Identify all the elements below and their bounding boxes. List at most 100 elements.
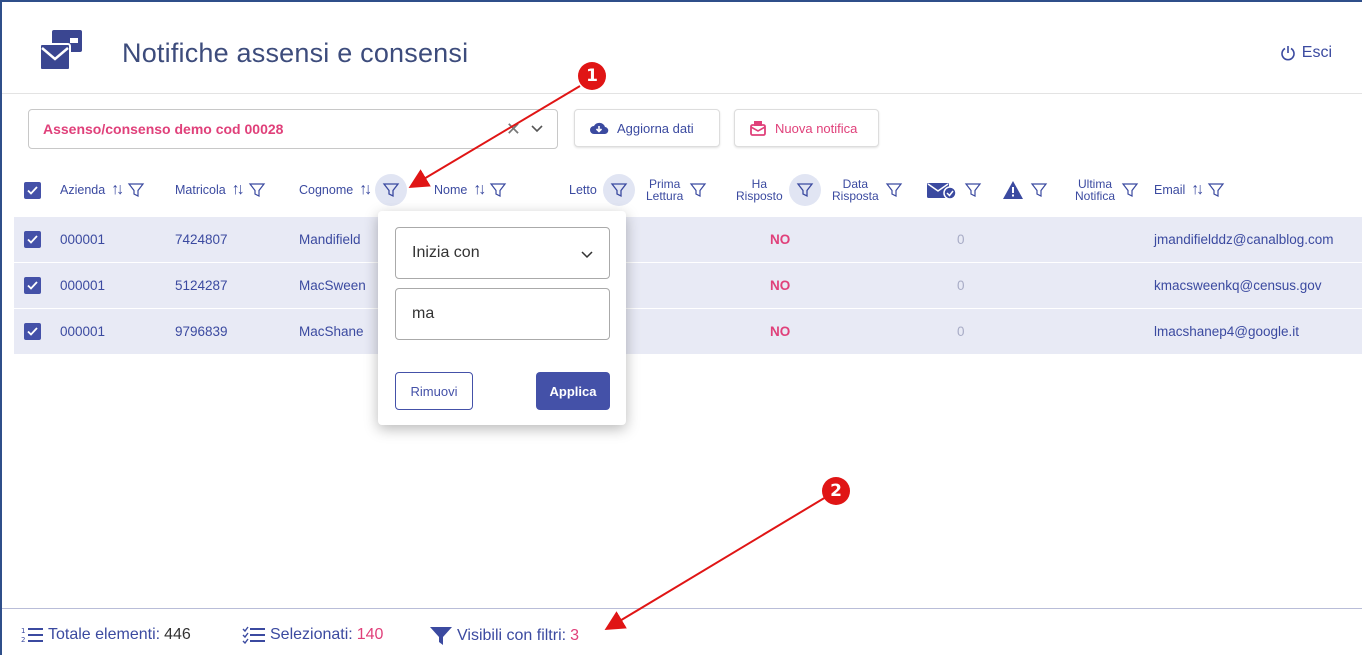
apply-filter-button[interactable]: Applica — [536, 372, 610, 410]
row-checkbox[interactable] — [24, 231, 41, 249]
cell-email: lmacshanep4@google.it — [1154, 324, 1300, 339]
visible-value: 3 — [570, 627, 579, 644]
consent-select-value: Assenso/consenso demo cod 00028 — [43, 121, 284, 137]
cell-matricola: 7424807 — [175, 232, 228, 247]
total-items: 1 2 Totale elementi: 446 — [20, 626, 191, 644]
mail-open-icon — [750, 121, 766, 136]
select-all-checkbox[interactable] — [24, 168, 41, 212]
column-mail-sent — [926, 168, 982, 212]
page-title: Notifiche assensi e consensi — [122, 38, 469, 68]
svg-text:1: 1 — [21, 627, 25, 635]
table-header: Azienda ↑↓ Matricola ↑↓ Cognome ↑↓ Nome … — [14, 168, 1362, 212]
row-checkbox[interactable] — [24, 323, 41, 341]
column-warning — [1002, 168, 1048, 212]
filter-icon[interactable] — [1030, 181, 1048, 199]
filter-icon[interactable] — [964, 181, 982, 199]
column-cognome-label: Cognome — [299, 183, 354, 197]
power-icon — [1280, 46, 1295, 61]
mail-check-icon — [927, 183, 957, 200]
column-letto: Letto — [569, 168, 635, 212]
column-nome: Nome ↑↓ — [434, 168, 507, 212]
cell-count: 0 — [957, 278, 965, 293]
cell-matricola: 9796839 — [175, 324, 228, 339]
cell-azienda: 000001 — [60, 232, 106, 247]
filter-mode-value: Inizia con — [412, 244, 480, 261]
total-label: Totale elementi: — [48, 626, 161, 643]
column-letto-label: Letto — [569, 183, 597, 197]
table-row[interactable]: 000001 5124287 MacSween NO 0 kmacsweenkq… — [14, 263, 1362, 309]
cell-matricola: 5124287 — [175, 278, 228, 293]
cell-cognome: MacShane — [299, 324, 364, 339]
sort-icon[interactable]: ↑↓ — [111, 181, 124, 199]
column-email-label: Email — [1154, 183, 1186, 197]
warning-icon — [1003, 181, 1023, 199]
logout-button[interactable]: Esci — [1280, 44, 1332, 62]
selected-value: 140 — [356, 626, 384, 643]
visible-label: Visibili con filtri: — [457, 627, 567, 644]
filter-icon[interactable] — [248, 181, 266, 199]
filter-mode-select[interactable]: Inizia con — [395, 227, 610, 279]
column-ultima-notifica-label-2: Notifica — [1075, 189, 1116, 203]
ordered-list-icon: 1 2 — [21, 627, 43, 644]
annotation-badge-2: 2 — [822, 477, 850, 505]
column-filter-popup: Inizia con ma Rimuovi Applica — [378, 211, 626, 425]
cell-azienda: 000001 — [60, 324, 106, 339]
selected-label: Selezionati: — [270, 626, 353, 643]
annotation-badge-1: 1 — [578, 62, 606, 90]
cell-cognome: Mandifield — [299, 232, 361, 247]
filter-value-input[interactable]: ma — [395, 288, 610, 340]
refresh-label: Aggiorna dati — [617, 120, 694, 136]
column-nome-label: Nome — [434, 183, 468, 197]
total-value: 446 — [164, 626, 191, 643]
status-footer: 1 2 Totale elementi: 446 Selezionati: 14… — [2, 608, 1362, 655]
checklist-icon — [242, 626, 265, 644]
filter-filled-icon — [430, 627, 452, 645]
sort-icon[interactable]: ↑↓ — [232, 181, 245, 199]
cell-azienda: 000001 — [60, 278, 106, 293]
cell-ha-risposto: NO — [770, 232, 791, 247]
cell-ha-risposto: NO — [770, 278, 791, 293]
cell-count: 0 — [957, 324, 965, 339]
remove-filter-button[interactable]: Rimuovi — [395, 372, 473, 410]
logout-label: Esci — [1301, 44, 1332, 61]
filter-value-text: ma — [412, 305, 435, 322]
column-prima-lettura-label-2: Lettura — [646, 189, 684, 203]
filter-active-icon[interactable] — [602, 174, 635, 206]
column-data-risposta-label-2: Risposta — [832, 189, 879, 203]
sort-icon[interactable]: ↑↓ — [359, 181, 372, 199]
filter-icon[interactable] — [489, 181, 507, 199]
table-row[interactable]: 000001 9796839 MacShane NO 0 lmacshanep4… — [14, 309, 1362, 355]
filter-icon[interactable] — [689, 181, 707, 199]
filter-active-icon[interactable] — [375, 174, 408, 206]
sort-icon[interactable]: ↑↓ — [473, 181, 486, 199]
column-matricola-label: Matricola — [175, 183, 226, 197]
cell-cognome: MacSween — [299, 278, 366, 293]
filter-icon[interactable] — [1207, 181, 1225, 199]
refresh-data-button[interactable]: Aggiorna dati — [574, 109, 720, 147]
column-email: Email ↑↓ — [1154, 168, 1225, 212]
filter-icon[interactable] — [885, 181, 903, 199]
filter-icon[interactable] — [1121, 181, 1139, 199]
consent-select[interactable]: Assenso/consenso demo cod 00028 ✕ — [28, 109, 558, 149]
selected-items: Selezionati: 140 — [242, 626, 383, 644]
chevron-down-icon[interactable] — [529, 120, 545, 136]
cell-count: 0 — [957, 232, 965, 247]
filter-icon[interactable] — [127, 181, 145, 199]
table-row[interactable]: 000001 7424807 Mandifield NO 0 jmandifie… — [14, 217, 1362, 263]
column-data-risposta: Data Risposta — [832, 168, 903, 212]
row-checkbox[interactable] — [24, 277, 41, 295]
visible-items: Visibili con filtri: 3 — [429, 626, 579, 646]
filter-active-icon[interactable] — [788, 174, 821, 206]
column-ha-risposto: Ha Risposto — [736, 168, 821, 212]
cloud-download-icon — [590, 122, 609, 135]
column-cognome: Cognome ↑↓ — [299, 168, 408, 212]
column-prima-lettura: Prima Lettura — [646, 168, 707, 212]
new-notification-button[interactable]: Nuova notifica — [734, 109, 879, 147]
sort-icon[interactable]: ↑↓ — [1191, 181, 1204, 199]
column-ultima-notifica: Ultima Notifica — [1075, 168, 1139, 212]
column-azienda: Azienda ↑↓ — [60, 168, 145, 212]
svg-text:2: 2 — [21, 636, 25, 644]
column-azienda-label: Azienda — [60, 183, 106, 197]
notification-envelope-icon — [39, 30, 82, 71]
clear-icon[interactable]: ✕ — [506, 119, 521, 140]
